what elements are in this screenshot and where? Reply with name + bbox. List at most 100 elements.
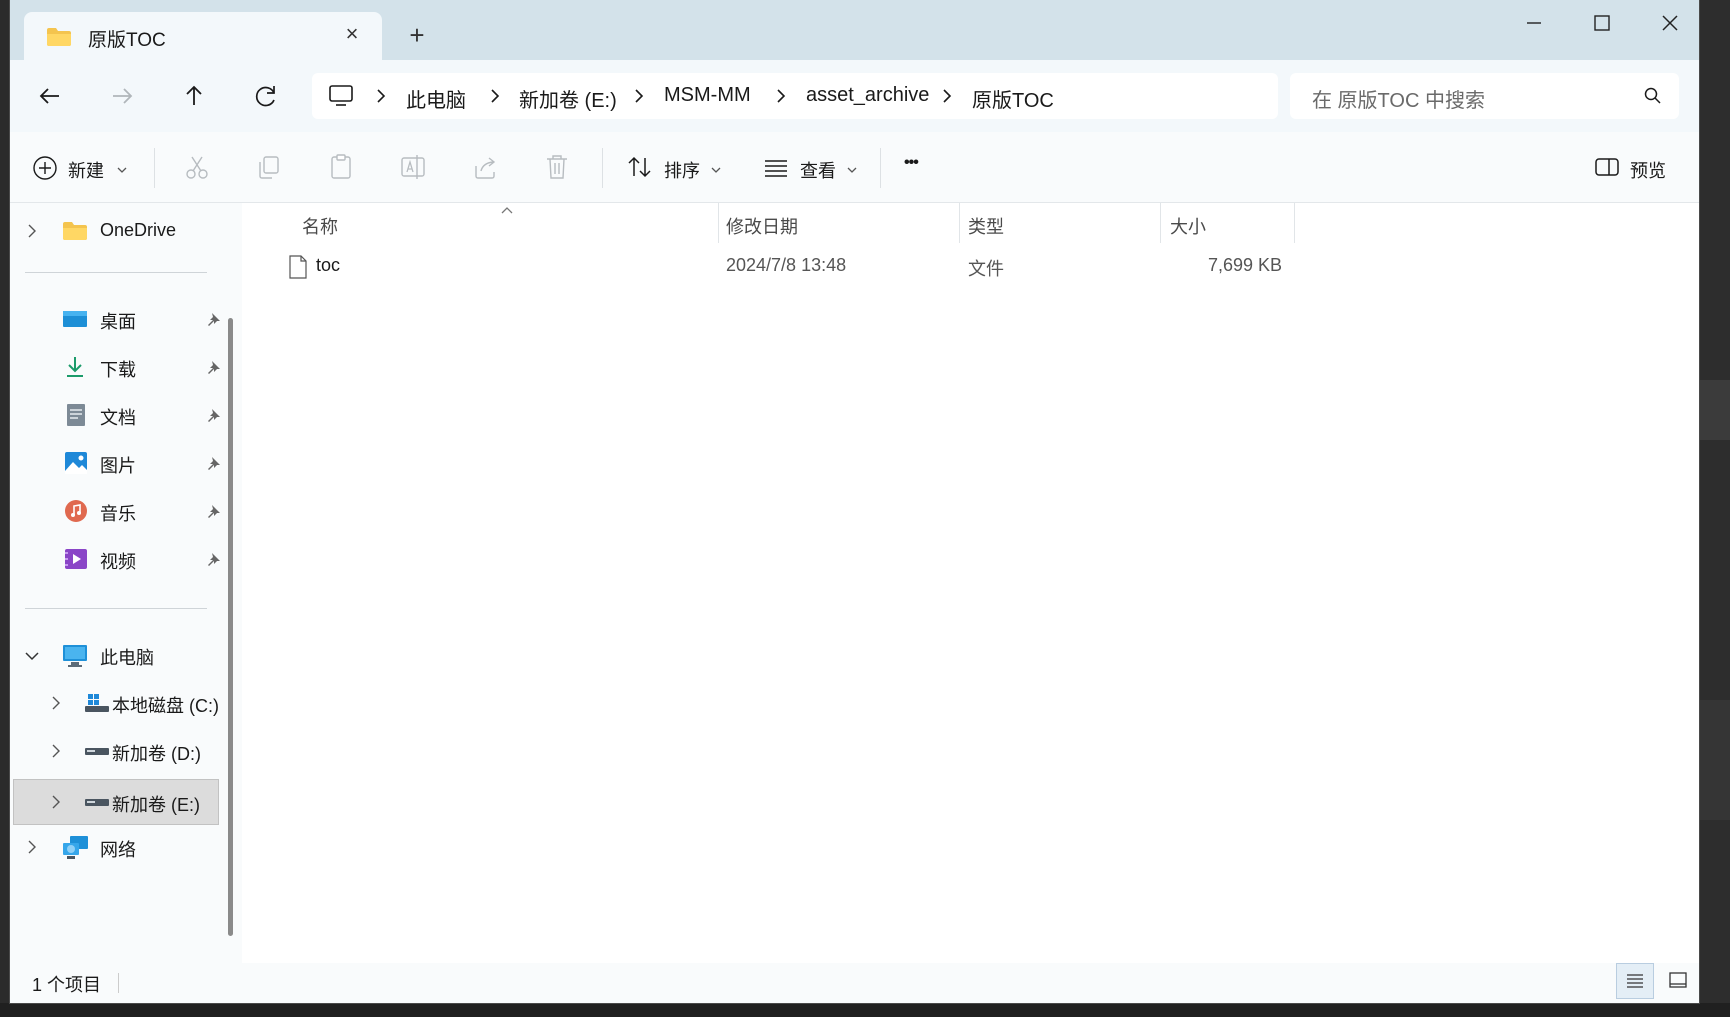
sidebar-item-documents[interactable]: 文档 [24, 395, 222, 435]
breadcrumb-drive-e[interactable]: 新加卷 (E:) [519, 84, 617, 113]
delete-button[interactable] [538, 148, 576, 186]
desktop-background [1699, 0, 1730, 1017]
view-button[interactable]: 查看 [762, 148, 862, 186]
command-bar: 新建 排序 查看 ••• 预览 [10, 132, 1699, 203]
column-header-name[interactable]: 名称 [302, 213, 338, 239]
close-window-button[interactable] [1646, 8, 1694, 38]
search-placeholder: 在 原版TOC 中搜索 [1312, 90, 1485, 112]
sidebar-item-videos[interactable]: 视频 [24, 539, 222, 579]
sidebar-label: 此电脑 [100, 648, 154, 668]
share-icon [466, 157, 504, 190]
close-tab-icon[interactable]: × [338, 20, 366, 48]
sidebar-label: 文档 [100, 408, 136, 428]
sidebar-item-downloads[interactable]: 下载 [24, 347, 222, 387]
pin-icon [206, 503, 222, 524]
minimize-button[interactable] [1510, 8, 1558, 38]
new-tab-button[interactable]: + [402, 20, 432, 50]
toolbar-separator [602, 148, 603, 188]
toolbar-separator [154, 148, 155, 188]
maximize-button[interactable] [1578, 8, 1626, 38]
cut-button[interactable] [178, 148, 216, 186]
clipboard-icon [322, 154, 360, 190]
copy-icon [250, 156, 288, 190]
column-header-type[interactable]: 类型 [968, 213, 1004, 239]
column-header-modified[interactable]: 修改日期 [726, 213, 798, 239]
file-explorer-window: 原版TOC × + 此电脑 新加卷 (E:) MSM-MM asset_arch… [10, 0, 1699, 1003]
plus-circle-icon [32, 155, 58, 186]
sidebar-item-drive-d[interactable]: 新加卷 (D:) [36, 731, 222, 771]
drive-icon [84, 796, 110, 814]
tiles-view-button[interactable] [1658, 963, 1696, 999]
sort-icon [626, 154, 654, 185]
breadcrumb-msm-mm[interactable]: MSM-MM [664, 84, 751, 107]
chevron-down-icon [710, 162, 722, 180]
sidebar-divider [25, 608, 207, 609]
sort-button[interactable]: 排序 [626, 148, 726, 186]
sidebar-label: OneDrive [100, 220, 177, 240]
file-name: toc [316, 255, 341, 275]
breadcrumb-this-pc[interactable]: 此电脑 [406, 84, 466, 113]
chevron-right-icon[interactable] [50, 743, 62, 764]
view-list-icon [762, 155, 790, 184]
download-icon [64, 355, 86, 384]
rename-button[interactable] [394, 148, 432, 186]
pin-icon [206, 407, 222, 428]
up-button[interactable] [174, 76, 214, 116]
drive-icon [84, 745, 110, 763]
tab-original-toc[interactable]: 原版TOC × [24, 12, 382, 60]
forward-button[interactable] [102, 76, 142, 116]
search-box[interactable]: 在 原版TOC 中搜索 [1290, 73, 1679, 119]
chevron-right-icon[interactable] [50, 695, 62, 716]
back-button[interactable] [30, 76, 70, 116]
sidebar-label: 新加卷 (D:) [112, 744, 201, 764]
sidebar-item-drive-e[interactable]: 新加卷 (E:) [13, 779, 219, 825]
paste-button[interactable] [322, 148, 360, 186]
new-button[interactable]: 新建 [32, 148, 128, 186]
column-header-size[interactable]: 大小 [1170, 213, 1206, 239]
desktop-icon [62, 309, 88, 334]
breadcrumb-original-toc[interactable]: 原版TOC [972, 84, 1054, 113]
details-view-icon [1617, 974, 1653, 1002]
more-options-button[interactable]: ••• [900, 148, 940, 186]
taskbar-edge [0, 1003, 1730, 1017]
share-button[interactable] [466, 148, 504, 186]
preview-label: 预览 [1630, 161, 1666, 181]
sidebar-label: 网络 [100, 840, 136, 860]
sidebar-item-this-pc[interactable]: 此电脑 [24, 635, 222, 675]
details-view-button[interactable] [1616, 963, 1654, 999]
sidebar-scrollbar[interactable] [228, 318, 233, 936]
windows-drive-icon [84, 693, 110, 718]
preview-pane-button[interactable]: 预览 [1594, 148, 1684, 186]
refresh-button[interactable] [246, 76, 286, 116]
sidebar-label: 视频 [100, 552, 136, 572]
videos-icon [64, 547, 88, 576]
folder-icon [62, 221, 88, 246]
file-list: 名称 修改日期 类型 大小 toc 2024/7/8 13:48 文件 7,69… [252, 203, 1699, 963]
chevron-right-icon[interactable] [26, 223, 38, 244]
desktop-background-strip [1699, 700, 1730, 820]
file-row[interactable]: toc 2024/7/8 13:48 文件 7,699 KB [252, 247, 1302, 287]
file-icon [288, 255, 308, 284]
sidebar-item-onedrive[interactable]: OneDrive [24, 211, 214, 251]
sidebar-label: 本地磁盘 (C:) [112, 696, 219, 716]
trash-icon [538, 155, 576, 190]
breadcrumb-asset-archive[interactable]: asset_archive [806, 84, 929, 107]
scissors-icon [178, 156, 216, 190]
chevron-right-icon[interactable] [26, 839, 38, 860]
sidebar-item-drive-c[interactable]: 本地磁盘 (C:) [36, 683, 222, 723]
address-bar[interactable]: 此电脑 新加卷 (E:) MSM-MM asset_archive 原版TOC [312, 73, 1278, 119]
sidebar-item-pictures[interactable]: 图片 [24, 443, 222, 483]
chevron-down-icon[interactable] [24, 649, 40, 667]
view-label: 查看 [800, 161, 836, 181]
sidebar-item-desktop[interactable]: 桌面 [24, 299, 222, 339]
sidebar-item-network[interactable]: 网络 [24, 827, 222, 867]
file-type: 文件 [968, 259, 1004, 279]
chevron-right-icon[interactable] [50, 794, 62, 815]
copy-button[interactable] [250, 148, 288, 186]
column-separator [1160, 203, 1161, 243]
status-bar: 1 个项目 [10, 963, 1699, 1003]
desktop-background-strip [1699, 380, 1730, 440]
sidebar-item-music[interactable]: 音乐 [24, 491, 222, 531]
file-size: 7,699 KB [1207, 255, 1282, 275]
sidebar-label: 下载 [100, 360, 136, 380]
